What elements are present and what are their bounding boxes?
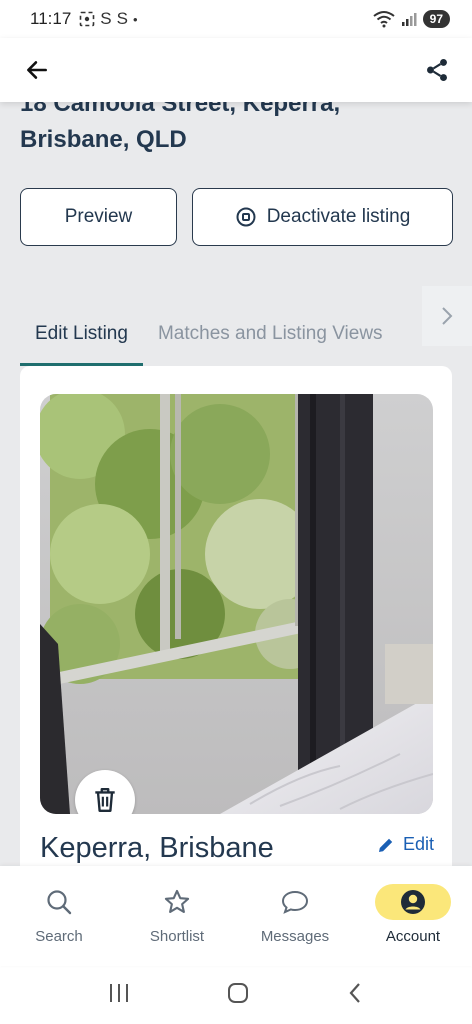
deactivate-label: Deactivate listing: [266, 206, 411, 227]
screenshot-icon: [79, 11, 95, 27]
status-time: 11:17: [30, 9, 72, 28]
back-button[interactable]: [20, 53, 54, 87]
edit-label: Edit: [402, 834, 434, 854]
nav-shortlist[interactable]: Shortlist: [118, 866, 236, 966]
tab-scroll-right-button[interactable]: [422, 286, 472, 346]
dot-icon: •: [132, 11, 138, 27]
stop-circle-icon: [236, 207, 256, 227]
status-left: 11:17 S S •: [30, 9, 138, 29]
listing-tabs: Edit Listing Matches and Listing Views: [20, 310, 398, 366]
preview-button[interactable]: Preview: [20, 188, 177, 246]
chevron-left-icon: [349, 982, 360, 1003]
pencil-icon: [378, 838, 393, 852]
share-button[interactable]: [420, 53, 454, 87]
wifi-icon: [373, 11, 395, 28]
recent-apps-button[interactable]: [107, 982, 131, 1009]
recent-apps-icon: [110, 983, 129, 1002]
nav-messages[interactable]: Messages: [236, 866, 354, 966]
tab-edit-listing[interactable]: Edit Listing: [20, 310, 143, 366]
account-icon: [375, 884, 451, 920]
star-icon: [139, 884, 215, 920]
status-notification-icons: S S •: [79, 9, 138, 29]
edit-suburb-button[interactable]: Edit: [377, 834, 434, 855]
nav-shortlist-label: Shortlist: [149, 928, 205, 945]
app-bar: [0, 38, 472, 102]
listing-photo[interactable]: [40, 394, 433, 814]
status-right: 97: [373, 10, 450, 28]
home-icon: [227, 982, 248, 1003]
app-s-icon: S: [100, 9, 112, 28]
nav-account-label: Account: [385, 928, 441, 945]
home-button[interactable]: [226, 981, 250, 1010]
chevron-right-icon: [442, 307, 453, 325]
trash-icon: [95, 788, 115, 812]
address-line-2: Brisbane, QLD: [20, 126, 187, 153]
bottom-navigation: Search Shortlist Messages Account: [0, 866, 472, 966]
deactivate-listing-button[interactable]: Deactivate listing: [192, 188, 453, 246]
arrow-left-icon: [27, 61, 47, 79]
signal-icon: [401, 13, 417, 26]
share-icon: [427, 58, 447, 82]
listing-card: Keperra, Brisbane Edit: [20, 366, 452, 886]
room-photo-illustration: [40, 394, 433, 814]
system-navigation-bar: [0, 966, 472, 1024]
battery-indicator: 97: [422, 10, 450, 28]
preview-label: Preview: [64, 206, 133, 227]
chat-bubble-icon: [257, 884, 333, 920]
nav-search-label: Search: [35, 928, 83, 945]
nav-search[interactable]: Search: [0, 866, 118, 966]
search-icon: [21, 884, 97, 920]
app-s-icon-2: S: [116, 9, 128, 28]
system-back-button[interactable]: [345, 981, 365, 1010]
nav-messages-label: Messages: [260, 928, 330, 945]
listing-suburb: Keperra, Brisbane: [40, 832, 274, 864]
nav-account[interactable]: Account: [354, 866, 472, 966]
tab-matches-and-listing-views[interactable]: Matches and Listing Views: [143, 310, 398, 366]
status-bar: 11:17 S S • 97: [0, 0, 472, 38]
